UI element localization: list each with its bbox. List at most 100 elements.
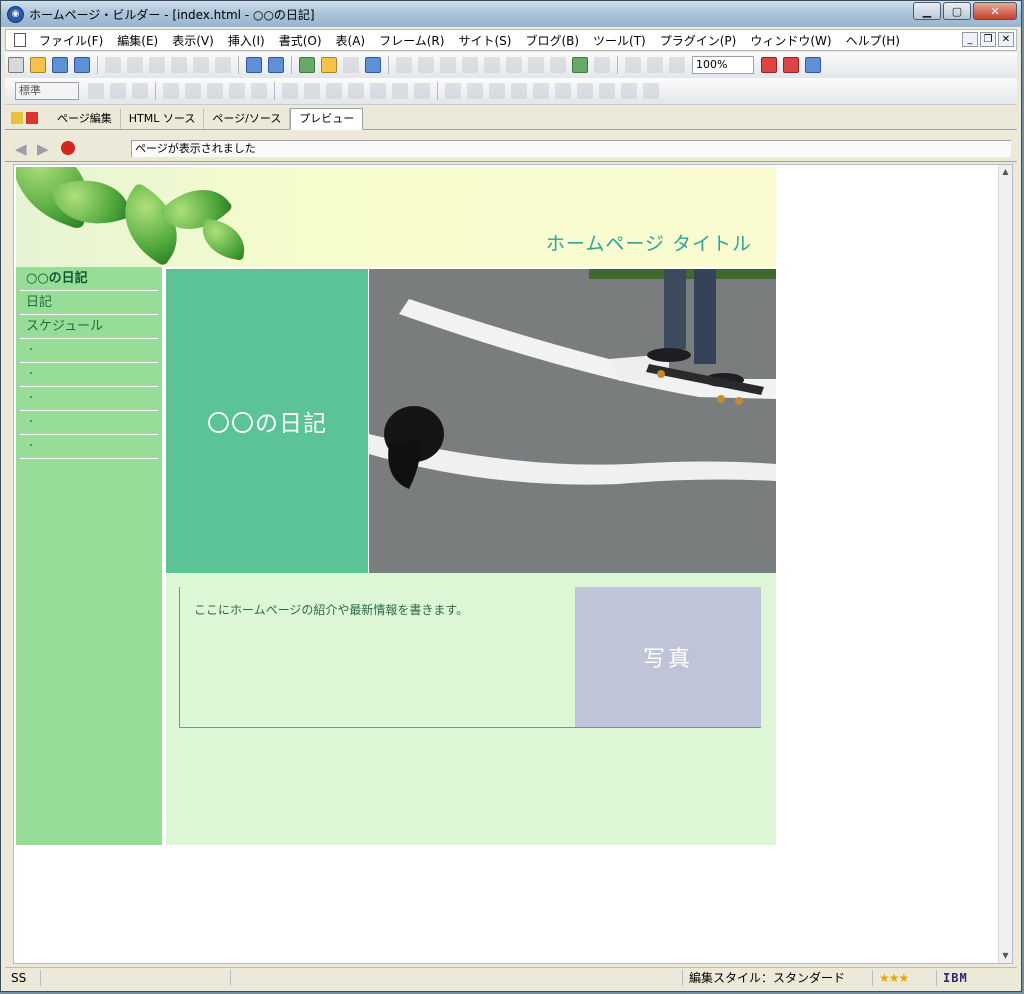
font-smaller-icon[interactable] [370,83,386,99]
frame-icon[interactable] [343,57,359,73]
split-cells-icon[interactable] [533,83,549,99]
menu-blog[interactable]: ブログ(B) [518,32,586,49]
insert-marquee-icon[interactable] [550,57,566,73]
insert-column-icon[interactable] [489,83,505,99]
seo-icon[interactable] [783,57,799,73]
maximize-button[interactable]: ▢ [943,2,971,20]
menu-file[interactable]: ファイル(F) [32,32,110,49]
font-color-icon[interactable] [392,83,408,99]
list-options-icon[interactable] [207,83,223,99]
app-icon[interactable]: ◉ [7,6,24,23]
zoom-in-icon[interactable] [625,57,641,73]
close-button[interactable]: ✕ [973,2,1017,20]
layout-icon[interactable] [805,57,821,73]
back-arrow-icon[interactable]: ◀ [15,140,27,158]
layout-frame-icon[interactable] [484,57,500,73]
doc-minimize-button[interactable]: _ [962,32,978,47]
cut-icon[interactable] [105,57,121,73]
save-all-icon[interactable] [74,57,90,73]
pencil-icon[interactable] [11,112,23,124]
insert-image-icon[interactable] [396,57,412,73]
font-larger-icon[interactable] [348,83,364,99]
insert-link-icon[interactable] [299,57,315,73]
sidebar-item-empty[interactable]: ・ [20,435,158,459]
numbered-list-icon[interactable] [163,83,179,99]
palette-icon[interactable] [761,57,777,73]
menu-view[interactable]: 表示(V) [165,32,221,49]
highlight-icon[interactable] [414,83,430,99]
chart-icon[interactable] [594,57,610,73]
menu-format[interactable]: 書式(O) [272,32,329,49]
insert-object-icon[interactable] [506,57,522,73]
align-center-icon[interactable] [110,83,126,99]
insert-table-icon[interactable] [440,57,456,73]
table-properties-icon[interactable] [621,83,637,99]
browser-preview-icon[interactable] [365,57,381,73]
menu-help[interactable]: ヘルプ(H) [839,32,907,49]
indent-icon[interactable] [251,83,267,99]
sidebar-item-empty[interactable]: ・ [20,363,158,387]
zoom-reset-icon[interactable] [669,57,685,73]
paragraph-style-select[interactable]: 標準 [15,82,79,100]
undo-icon[interactable] [193,57,209,73]
insert-file-icon[interactable] [321,57,337,73]
edit-properties-icon[interactable] [268,57,284,73]
zoom-out-icon[interactable] [647,57,663,73]
outdent-icon[interactable] [229,83,245,99]
bold-icon[interactable] [282,83,298,99]
menu-insert[interactable]: 挿入(I) [221,32,272,49]
redo-icon[interactable] [215,57,231,73]
menu-edit[interactable]: 編集(E) [110,32,165,49]
insert-rule-icon[interactable] [418,57,434,73]
sidebar-item-diary[interactable]: 日記 [20,291,158,315]
save-icon[interactable] [52,57,68,73]
insert-row-icon[interactable] [467,83,483,99]
doc-restore-button[interactable]: ❐ [980,32,996,47]
copy-icon[interactable] [127,57,143,73]
scroll-up-icon[interactable]: ▲ [999,165,1012,179]
bulleted-list-icon[interactable] [185,83,201,99]
sidebar-item-empty[interactable]: ・ [20,339,158,363]
transfer-icon[interactable] [572,57,588,73]
italic-icon[interactable] [304,83,320,99]
menu-frame[interactable]: フレーム(R) [372,32,451,49]
delete-column-icon[interactable] [599,83,615,99]
sidebar-item-diary-home[interactable]: ○○の日記 [20,267,158,291]
menu-window[interactable]: ウィンドウ(W) [743,32,838,49]
sidebar-item-schedule[interactable]: スケジュール [20,315,158,339]
scroll-down-icon[interactable]: ▼ [999,949,1012,963]
edit-page-icon[interactable] [246,57,262,73]
align-right-icon[interactable] [132,83,148,99]
tab-page-source[interactable]: ページ/ソース [204,109,291,129]
cell-properties-icon[interactable] [555,83,571,99]
menu-site[interactable]: サイト(S) [451,32,518,49]
sidebar-item-empty[interactable]: ・ [20,411,158,435]
insert-media-icon[interactable] [528,57,544,73]
check-icon[interactable] [171,57,187,73]
tab-page-edit[interactable]: ページ編集 [49,109,121,129]
menu-table[interactable]: 表(A) [329,32,373,49]
minimize-button[interactable]: ▁ [913,2,941,20]
layer-icon[interactable] [643,83,659,99]
tab-html-source[interactable]: HTML ソース [121,109,205,129]
doc-close-button[interactable]: ✕ [998,32,1014,47]
stop-icon[interactable] [61,141,75,155]
tab-preview[interactable]: プレビュー [290,108,364,130]
merge-cells-icon[interactable] [511,83,527,99]
sidebar-item-empty[interactable]: ・ [20,387,158,411]
paste-icon[interactable] [149,57,165,73]
forward-arrow-icon[interactable]: ▶ [37,140,49,158]
insert-form-icon[interactable] [462,57,478,73]
new-file-icon[interactable] [8,57,24,73]
zoom-select[interactable]: 100% [692,56,754,74]
vertical-scrollbar[interactable]: ▲ ▼ [998,165,1012,963]
delete-row-icon[interactable] [577,83,593,99]
menu-plugin[interactable]: プラグイン(P) [653,32,744,49]
strikethrough-icon[interactable] [326,83,342,99]
align-left-icon[interactable] [88,83,104,99]
document-icon[interactable] [14,33,26,47]
edit-mode-icon[interactable] [26,112,38,124]
table-grid-icon[interactable] [445,83,461,99]
open-folder-icon[interactable] [30,57,46,73]
menu-tools[interactable]: ツール(T) [586,32,653,49]
